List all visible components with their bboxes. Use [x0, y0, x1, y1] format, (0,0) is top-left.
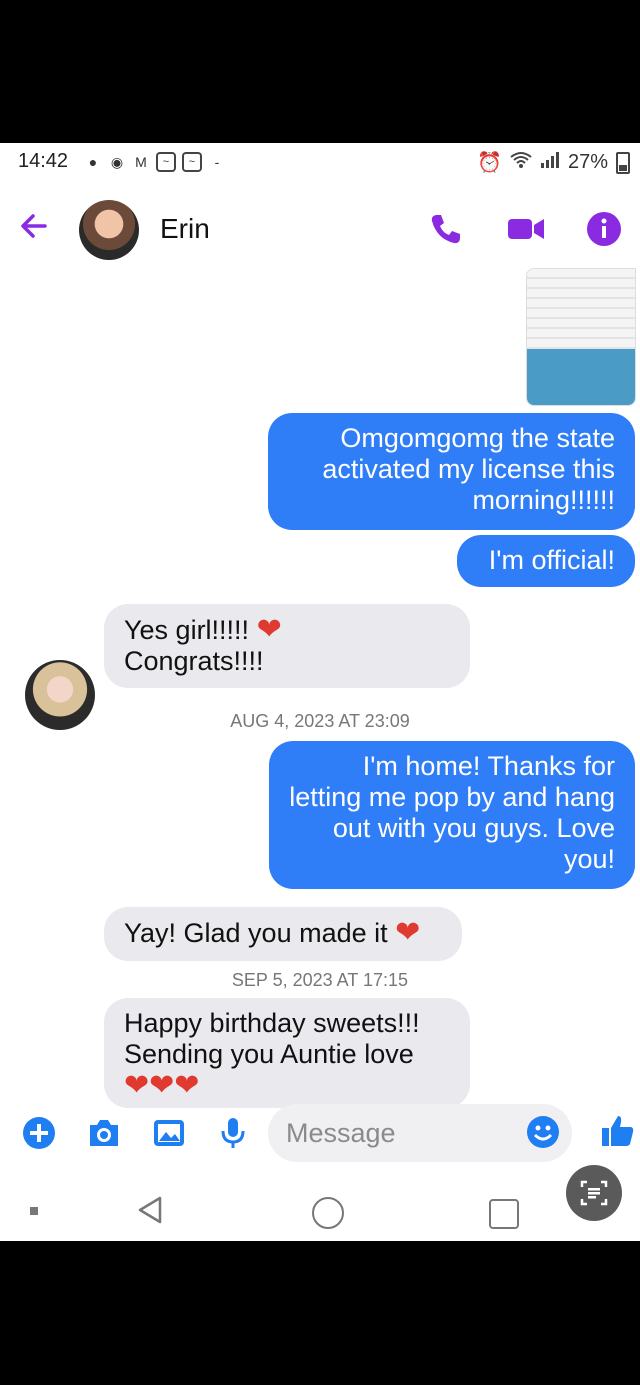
scan-text-button[interactable]: [566, 1165, 622, 1221]
image-attachment[interactable]: [526, 268, 636, 406]
camera-button[interactable]: [86, 1116, 120, 1150]
emoji-button[interactable]: [526, 1115, 560, 1149]
camera-icon: [90, 1120, 118, 1146]
message-composer: Message: [0, 1098, 640, 1168]
nav-home-button[interactable]: [312, 1197, 344, 1229]
incoming-message[interactable]: Yes girl!!!!! ❤ Congrats!!!!: [104, 604, 470, 688]
more-actions-button[interactable]: [22, 1116, 56, 1150]
triangle-back-icon: [138, 1196, 162, 1224]
microphone-icon: [221, 1118, 245, 1148]
voice-record-button[interactable]: [218, 1116, 252, 1150]
image-icon: [154, 1120, 184, 1146]
outgoing-message[interactable]: I'm home! Thanks for letting me pop by a…: [269, 741, 635, 889]
scan-text-icon: [580, 1180, 608, 1206]
nav-back-button[interactable]: [136, 1195, 164, 1230]
nav-indicator: [30, 1207, 38, 1215]
heart-icon: ❤: [256, 613, 282, 646]
system-navigation-bar: [0, 1165, 640, 1241]
smiley-icon: [527, 1116, 559, 1148]
message-thread[interactable]: Omgomgomg the state activated my license…: [0, 143, 640, 1108]
heart-icon: ❤: [395, 916, 421, 949]
like-button[interactable]: [600, 1113, 636, 1149]
outgoing-message[interactable]: Omgomgomg the state activated my license…: [268, 413, 635, 530]
thumbs-up-icon: [602, 1116, 634, 1146]
nav-recents-button[interactable]: [489, 1199, 519, 1229]
plus-icon: [23, 1117, 55, 1149]
timestamp: SEP 5, 2023 AT 17:15: [231, 970, 409, 990]
incoming-message[interactable]: Yay! Glad you made it ❤: [104, 907, 462, 961]
gallery-button[interactable]: [152, 1116, 186, 1150]
message-input-placeholder: Message: [286, 1118, 396, 1148]
outgoing-message[interactable]: I'm official!: [457, 535, 635, 587]
timestamp: AUG 4, 2023 AT 23:09: [230, 711, 410, 731]
messenger-screen: 14:42 ● ◉ M ~ ~ - ⏰ 27% Erin Omgomgomg t…: [0, 143, 640, 1241]
incoming-message[interactable]: Happy birthday sweets!!! Sending you Aun…: [104, 998, 470, 1108]
